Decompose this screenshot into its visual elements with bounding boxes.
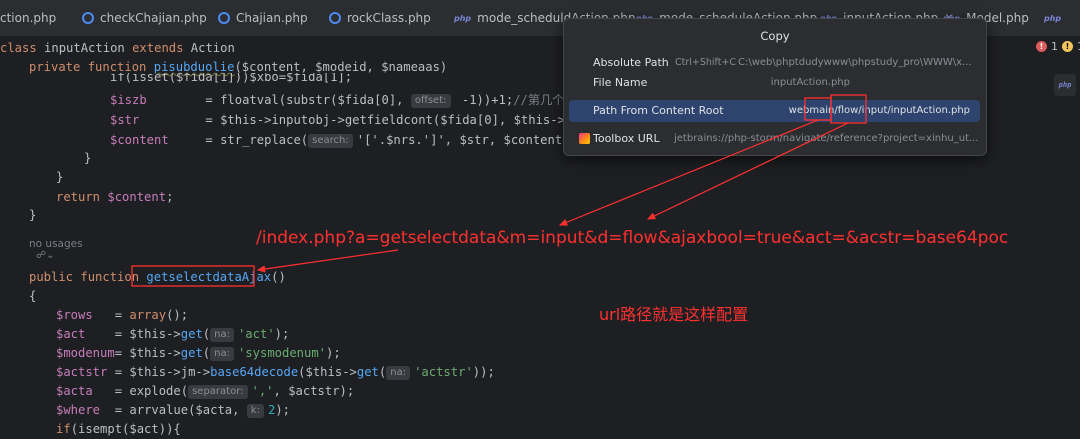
no-usages-hint[interactable]: no usages [29,238,83,250]
code-line: $rows = array(); [56,308,189,322]
code-line: $act = $this->get(na:'act'); [56,327,290,342]
code-line: class inputAction extends Action [0,41,235,55]
author-icon: ☍⌄ [36,250,55,261]
warning-icon: ! [1062,41,1073,52]
code-line: $content = str_replace(search: '['.$nrs.'… [110,133,577,148]
tab-rockclass[interactable]: rockClass.php [329,0,431,36]
php-tool-icon[interactable]: php [1054,74,1076,96]
class-file-icon [218,12,230,24]
error-icon: ! [1036,41,1047,52]
copy-popup: Copy Absolute Path Ctrl+Shift+C C:\web\p… [563,18,987,156]
code-line: $acta = explode(separator: ',', $actstr); [56,384,355,399]
copy-path-from-content-root[interactable]: Path From Content Root webmain/flow/inpu… [569,100,980,122]
tab-label: Chajian.php [236,11,308,25]
code-line: } [56,170,64,184]
tab-action[interactable]: ction.php [0,0,56,36]
tab-label: checkChajian.php [100,11,207,25]
code-line: $iszb = floatval(substr($fida[0], offset… [110,93,625,108]
code-line: } [84,151,92,165]
tab-label: rockClass.php [347,11,431,25]
copy-absolute-path[interactable]: Absolute Path Ctrl+Shift+C C:\web\phptdu… [569,52,980,74]
tab-checkchajian[interactable]: checkChajian.php [82,0,207,36]
tab-more[interactable]: php [1044,0,1061,36]
class-file-icon [329,12,341,24]
code-line: if(isempt($act)){ [56,422,181,436]
code-line: } [29,208,37,222]
code-line: { [29,289,37,303]
php-file-icon: php [1044,13,1062,23]
code-line: $actstr = $this->jm->base64decode($this-… [56,365,495,380]
tab-label: ction.php [0,11,57,25]
inspection-badge[interactable]: ! 1 ! 1 [1036,40,1080,53]
popup-title: Copy [760,29,790,43]
annotation-url: /index.php?a=getselectdata&m=input&d=flo… [256,228,1009,248]
class-file-icon [82,12,94,24]
annotation-note: url路径就是这样配置 [599,305,749,324]
code-line: public function getselectdataAjax() [29,270,286,284]
code-line: return $content; [56,190,174,204]
code-line: $str = $this->inputobj->getfieldcont($fi… [110,113,609,127]
toolbox-icon [579,133,590,144]
error-count: 1 [1051,40,1058,53]
tab-chajian[interactable]: Chajian.php [218,0,308,36]
code-line: $where = arrvalue($acta, k: 2); [56,403,290,418]
php-file-icon: php [454,13,472,23]
copy-toolbox-url[interactable]: Toolbox URL jetbrains://php-storm/naviga… [569,128,980,150]
code-line: if(isset($fida[1]))$xbo=$fida[1]; [110,73,353,83]
code-line: $modenum= $this->get(na:'sysmodenum'); [56,346,341,361]
copy-file-name[interactable]: File Name inputAction.php [569,72,980,94]
